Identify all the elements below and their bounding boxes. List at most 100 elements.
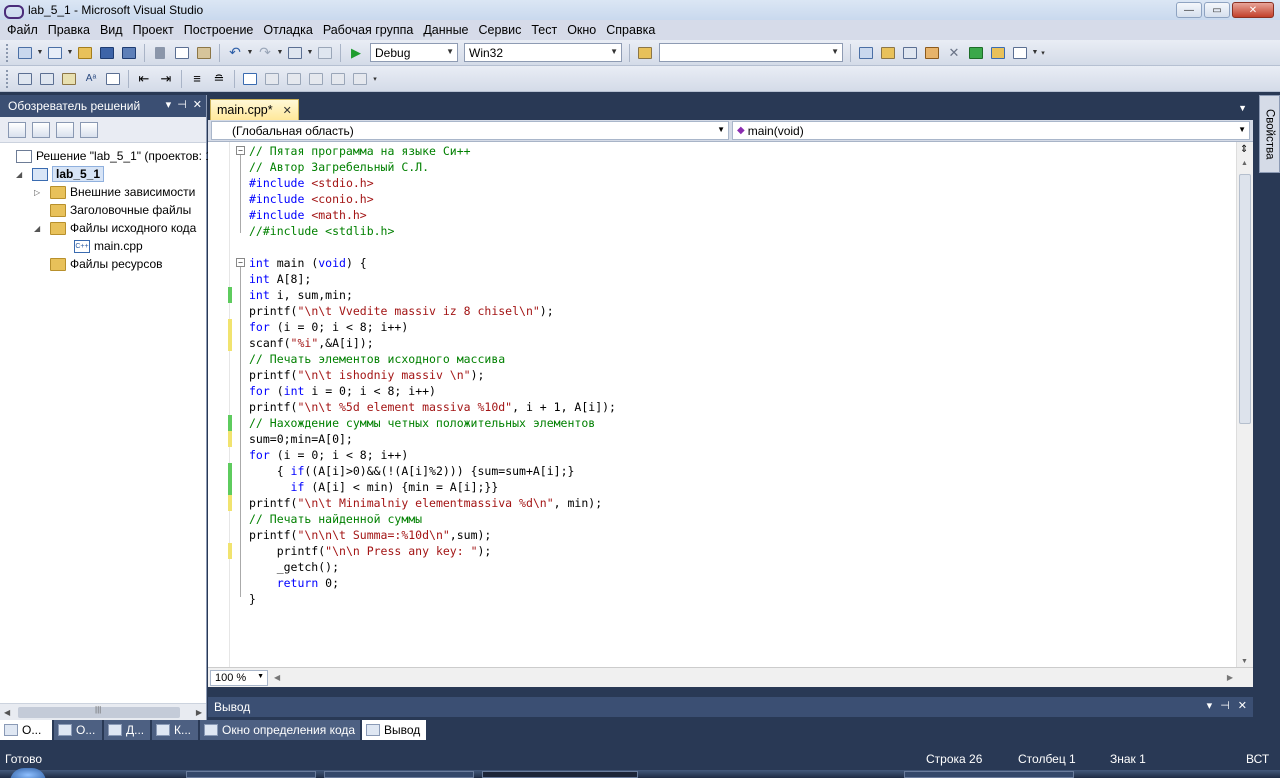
- show-all-files-icon[interactable]: [8, 121, 26, 138]
- find-in-files-icon[interactable]: [635, 43, 655, 63]
- tree-item-solution[interactable]: Решение "lab_5_1" (проектов: 1): [16, 147, 216, 165]
- class-diagram-icon[interactable]: [80, 121, 98, 138]
- scope-select[interactable]: (Глобальная область) ▼: [211, 121, 729, 140]
- navigate-backward-icon[interactable]: [285, 43, 305, 63]
- scroll-left-icon[interactable]: ◀: [274, 673, 280, 682]
- taskbar-task[interactable]: [324, 771, 474, 778]
- member-select[interactable]: ◆ main(void) ▼: [732, 121, 1250, 140]
- navigate-forward-icon[interactable]: [315, 43, 335, 63]
- tree-item-main-cpp[interactable]: C++ main.cpp: [74, 237, 143, 255]
- decrease-indent-icon[interactable]: ⇤: [134, 69, 154, 89]
- toolbar-grip[interactable]: [6, 43, 10, 62]
- tab-solution-explorer[interactable]: О...: [0, 720, 52, 740]
- menu-build[interactable]: Построение: [179, 20, 259, 40]
- close-button[interactable]: ✕: [1232, 2, 1274, 18]
- menu-data[interactable]: Данные: [418, 20, 473, 40]
- scrollbar-thumb[interactable]: [1239, 174, 1251, 424]
- tab-team-explorer[interactable]: К...: [152, 720, 198, 740]
- tree-item-project[interactable]: ◢ lab_5_1: [16, 165, 105, 183]
- quick-info-icon[interactable]: [59, 69, 79, 89]
- start-debugging-icon[interactable]: ▶: [346, 43, 366, 63]
- split-window-icon[interactable]: ⇕: [1240, 144, 1248, 155]
- menu-help[interactable]: Справка: [601, 20, 660, 40]
- parameter-info-icon[interactable]: [37, 69, 57, 89]
- increase-indent-icon[interactable]: ⇥: [156, 69, 176, 89]
- find-combo[interactable]: ▼: [659, 43, 843, 62]
- toggle-bookmark-icon[interactable]: [240, 69, 260, 89]
- menu-edit[interactable]: Правка: [43, 20, 95, 40]
- solution-platform-select[interactable]: Win32 ▼: [464, 43, 622, 62]
- toolbox-icon[interactable]: [922, 43, 942, 63]
- chevron-down-icon[interactable]: ▼: [276, 49, 284, 56]
- code-view[interactable]: −// Пятая программа на языке Си++ // Авт…: [208, 142, 1253, 667]
- menu-debug[interactable]: Отладка: [258, 20, 317, 40]
- copy-icon[interactable]: [172, 43, 192, 63]
- properties-icon[interactable]: [56, 121, 74, 138]
- tab-main-cpp[interactable]: main.cpp* ✕: [210, 99, 299, 120]
- scroll-left-icon[interactable]: ◀: [4, 708, 10, 717]
- refresh-icon[interactable]: [32, 121, 50, 138]
- zoom-select[interactable]: 100 % ▼: [210, 669, 268, 686]
- horizontal-scrollbar[interactable]: ◀ ||| ▶: [0, 703, 206, 720]
- tab-property-manager[interactable]: Д...: [104, 720, 150, 740]
- collapse-region-icon[interactable]: −: [236, 258, 245, 267]
- save-all-icon[interactable]: [119, 43, 139, 63]
- active-files-dropdown-icon[interactable]: ▼: [1238, 103, 1247, 113]
- code-text[interactable]: −// Пятая программа на языке Си++ // Авт…: [228, 143, 1235, 607]
- menu-tools[interactable]: Сервис: [474, 20, 527, 40]
- scroll-up-icon[interactable]: ▲: [1241, 160, 1248, 167]
- start-button-icon[interactable]: [10, 768, 46, 778]
- panel-dropdown-icon[interactable]: ▾: [166, 98, 172, 111]
- complete-word-icon[interactable]: Aᵃ: [81, 69, 101, 89]
- expand-arrow-icon[interactable]: ▷: [34, 188, 44, 197]
- extension-manager-icon[interactable]: [988, 43, 1008, 63]
- taskbar-task-active[interactable]: [482, 771, 638, 778]
- command-window-icon[interactable]: [1010, 43, 1030, 63]
- tree-item-source-files[interactable]: ◢ Файлы исходного кода: [34, 219, 196, 237]
- vertical-scrollbar[interactable]: ⇕ ▲ ▼: [1236, 142, 1253, 667]
- new-project-icon[interactable]: [15, 43, 35, 63]
- tab-class-view[interactable]: О...: [54, 720, 102, 740]
- comment-out-icon[interactable]: ≡: [187, 69, 207, 89]
- chevron-down-icon[interactable]: ▼: [1031, 49, 1039, 56]
- properties-tab[interactable]: Свойства: [1259, 95, 1280, 173]
- collapse-arrow-icon[interactable]: ◢: [16, 170, 26, 179]
- chevron-down-icon[interactable]: ▼: [66, 49, 74, 56]
- object-browser-icon[interactable]: [900, 43, 920, 63]
- start-page-icon[interactable]: [966, 43, 986, 63]
- undo-icon[interactable]: ↶: [225, 43, 245, 63]
- paste-icon[interactable]: [194, 43, 214, 63]
- toolbar-options-icon[interactable]: ▾: [1039, 49, 1047, 57]
- save-icon[interactable]: [97, 43, 117, 63]
- redo-icon[interactable]: ↷: [255, 43, 275, 63]
- tools-icon[interactable]: ✕: [944, 43, 964, 63]
- clear-bookmarks-icon[interactable]: [350, 69, 370, 89]
- pin-icon[interactable]: ⊣: [177, 98, 187, 111]
- menu-test[interactable]: Тест: [526, 20, 562, 40]
- toolbar-options-icon[interactable]: ▾: [371, 75, 379, 83]
- solution-configuration-select[interactable]: Debug ▼: [370, 43, 458, 62]
- close-icon[interactable]: ✕: [193, 98, 202, 111]
- member-list-icon[interactable]: [15, 69, 35, 89]
- next-bookmark-icon[interactable]: [284, 69, 304, 89]
- properties-window-icon[interactable]: [878, 43, 898, 63]
- previous-bookmark-folder-icon[interactable]: [306, 69, 326, 89]
- close-icon[interactable]: ✕: [1238, 699, 1247, 712]
- collapse-region-icon[interactable]: −: [236, 146, 245, 155]
- tab-code-definition[interactable]: Окно определения кода: [200, 720, 360, 740]
- menu-window[interactable]: Окно: [562, 20, 601, 40]
- maximize-button[interactable]: ▭: [1204, 2, 1230, 18]
- panel-dropdown-icon[interactable]: ▾: [1207, 699, 1213, 712]
- menu-team[interactable]: Рабочая группа: [318, 20, 419, 40]
- uncomment-icon[interactable]: ≘: [209, 69, 229, 89]
- menu-project[interactable]: Проект: [128, 20, 179, 40]
- tab-output[interactable]: Вывод: [362, 720, 426, 740]
- taskbar-task[interactable]: [186, 771, 316, 778]
- open-folder-icon[interactable]: [75, 43, 95, 63]
- tree-item-header-files[interactable]: Заголовочные файлы: [50, 201, 191, 219]
- scroll-down-icon[interactable]: ▼: [1241, 658, 1248, 665]
- chevron-down-icon[interactable]: ▼: [306, 49, 314, 56]
- collapse-arrow-icon[interactable]: ◢: [34, 224, 44, 233]
- cut-icon[interactable]: [150, 43, 170, 63]
- minimize-button[interactable]: —: [1176, 2, 1202, 18]
